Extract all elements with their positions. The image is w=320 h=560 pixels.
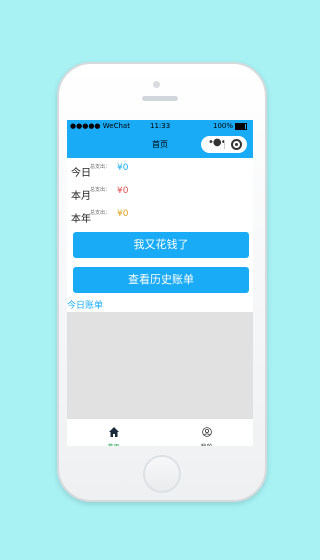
today-bill-link[interactable]: 今日账单 (67, 298, 103, 311)
user-icon (201, 427, 212, 437)
summary-amount: ¥0 (117, 209, 129, 219)
carrier: ●●●●● WeChat (70, 122, 130, 130)
summary-label: 今日 (71, 168, 91, 179)
tab-label: 我的 (160, 442, 253, 446)
summary-sub: 总支出： (90, 210, 111, 216)
status-time: 11:33 (150, 122, 171, 130)
speaker (142, 96, 178, 101)
tab-mine[interactable]: 我的 (160, 422, 253, 446)
spend-button[interactable]: 我又花钱了 (73, 232, 249, 258)
screen: ●●●●● WeChat 11:33 100% 首页 •●• 今日 总支出： ¥… (67, 120, 253, 446)
tab-label: 首页 (67, 442, 160, 446)
summary-sub: 总支出： (90, 187, 111, 193)
camera (153, 81, 160, 88)
capsule-menu[interactable]: •●• (201, 136, 247, 153)
summary-sub: 总支出： (90, 164, 111, 170)
more-dots-icon[interactable]: •●• (208, 138, 227, 148)
battery-status: 100% (213, 122, 247, 130)
home-button[interactable] (143, 455, 181, 493)
bill-list-area (67, 312, 253, 418)
tab-bar: 首页 我的 (67, 418, 253, 446)
nav-bar: 首页 •●• (67, 132, 253, 158)
summary-amount: ¥0 (117, 163, 129, 173)
history-button[interactable]: 查看历史账单 (73, 267, 249, 293)
battery-text: 100% (212, 122, 233, 130)
target-icon[interactable] (231, 139, 242, 150)
battery-icon (235, 122, 247, 130)
status-bar: ●●●●● WeChat 11:33 100% (67, 120, 253, 132)
summary-label: 本月 (71, 191, 91, 202)
capsule-divider (224, 140, 225, 149)
summary-amount: ¥0 (117, 186, 129, 196)
home-icon (108, 427, 119, 437)
summary-label: 本年 (71, 214, 91, 225)
tab-home[interactable]: 首页 (67, 422, 160, 446)
